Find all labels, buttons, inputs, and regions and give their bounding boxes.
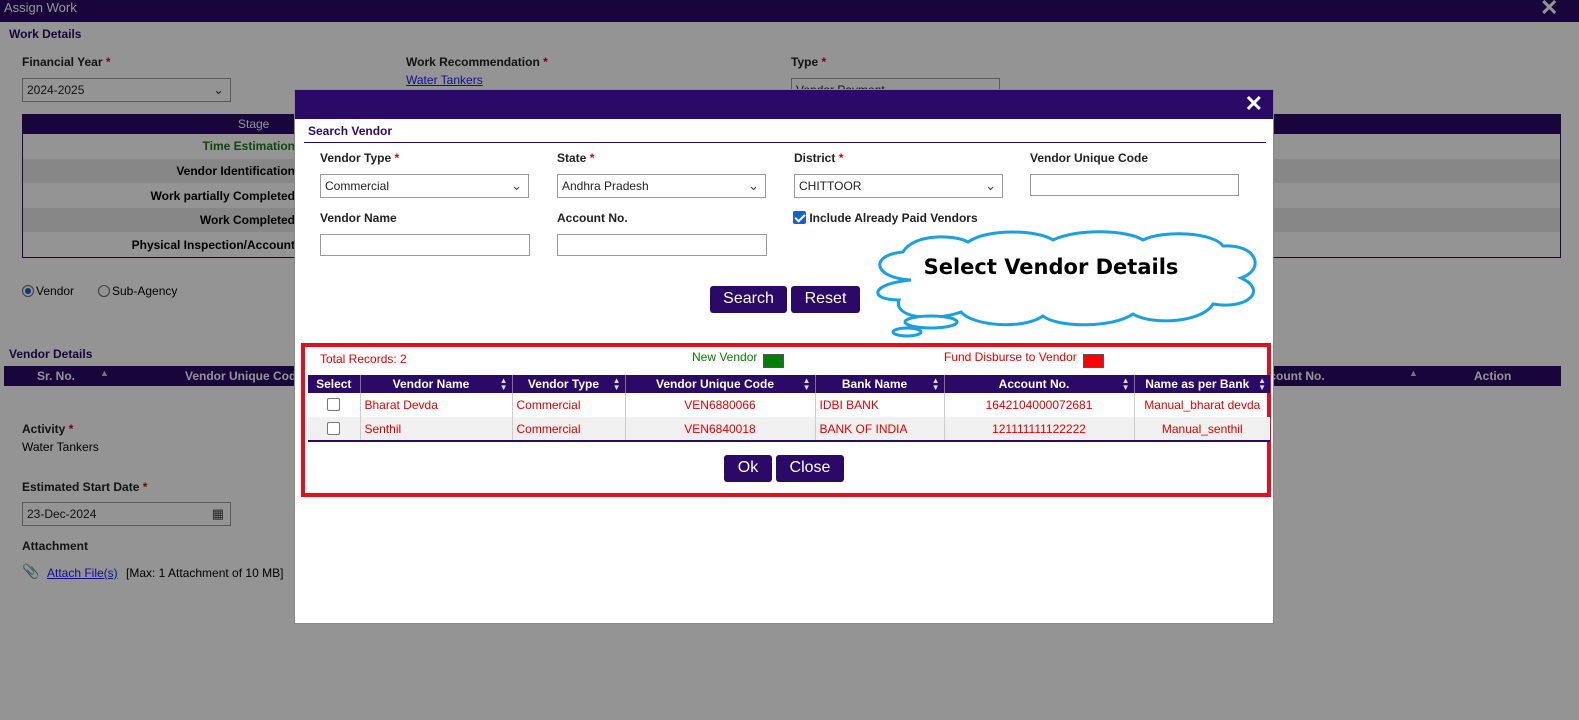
chevron-down-icon: ⌄ (985, 178, 996, 193)
vendor-name-label: Vendor Name (320, 211, 397, 225)
callout-text: Select Vendor Details (924, 255, 1179, 279)
legend-new-vendor: New Vendor (692, 350, 758, 364)
vendor-results-table: Select Vendor Name ▲ ▼ Vendor Type ▲ ▼ Vendo… (308, 375, 1270, 442)
state-select[interactable]: Andhra Pradesh ⌄ (557, 174, 766, 198)
col-header-vendor-name[interactable]: Vendor Name ▲ ▼ (360, 375, 513, 393)
col-header-bank-name[interactable]: Bank Name ▲ ▼ (815, 375, 945, 393)
ok-button[interactable]: Ok (724, 455, 772, 482)
district-label: District * (794, 151, 844, 165)
callout-cloud: Select Vendor Details (876, 230, 1257, 338)
vendor-code-cell: VEN6880066 (625, 393, 816, 417)
legend-new-swatch (763, 354, 784, 368)
vendor-name-cell: Senthil (360, 417, 513, 442)
search-vendor-title: Search Vendor (308, 124, 393, 138)
modal-close-icon[interactable]: ✕ (1245, 92, 1263, 116)
vendor-type-label: Vendor Type * (320, 151, 400, 165)
account-no-cell: 1642104000072681 (944, 393, 1135, 417)
col-header-vendor-type[interactable]: Vendor Type ▲ ▼ (512, 375, 626, 393)
search-button[interactable]: Search (710, 286, 787, 313)
col-header-select: Select (308, 375, 361, 393)
vendor-unique-code-label: Vendor Unique Code (1030, 151, 1149, 165)
table-row: Senthil Commercial VEN6840018 BANK OF IN… (308, 417, 1270, 442)
name-as-per-bank-cell: Manual_bharat devda (1144, 398, 1261, 412)
vendor-type-select[interactable]: Commercial ⌄ (320, 174, 529, 198)
col-header-account-no[interactable]: Account No. ▲ ▼ (944, 375, 1135, 393)
reset-button[interactable]: Reset (791, 286, 860, 313)
checkbox-checked-icon[interactable] (793, 211, 806, 224)
col-header-vendor-code[interactable]: Vendor Unique Code ▲ ▼ (625, 375, 816, 393)
row-select-cell (308, 417, 361, 442)
col-header-name-as-per-bank[interactable]: Name as per Bank ▲ ▼ (1134, 375, 1270, 393)
vendor-name-cell: Bharat Devda (360, 393, 513, 417)
include-paid-vendors-checkbox[interactable]: Include Already Paid Vendors (793, 211, 978, 225)
vendor-unique-code-input[interactable] (1030, 174, 1239, 196)
modal-title-bar: ✕ (295, 90, 1273, 119)
vendor-type-cell: Commercial (512, 393, 626, 417)
bank-name-cell: IDBI BANK (815, 393, 945, 417)
legend-fund-disburse: Fund Disburse to Vendor (944, 350, 1077, 364)
account-no-input[interactable] (557, 234, 767, 256)
legend-fund-swatch (1083, 354, 1104, 368)
account-no-label: Account No. (557, 211, 628, 225)
vendor-type-cell: Commercial (512, 417, 626, 442)
divider (304, 142, 1266, 143)
name-as-per-bank-cell: Manual_senthil (1134, 417, 1270, 442)
vendor-code-cell: VEN6840018 (625, 417, 816, 442)
chevron-down-icon: ⌄ (748, 178, 759, 193)
close-button[interactable]: Close (776, 455, 844, 482)
table-row: Bharat Devda Commercial VEN6880066 IDBI … (308, 393, 1270, 417)
total-records: Total Records: 2 (320, 352, 407, 366)
row-checkbox[interactable] (327, 421, 341, 435)
vendor-name-input[interactable] (320, 234, 530, 256)
bank-name-cell: BANK OF INDIA (815, 417, 945, 442)
account-no-cell: 121111111122222 (944, 417, 1135, 442)
district-select[interactable]: CHITTOOR ⌄ (794, 174, 1003, 198)
results-panel: Total Records: 2 New Vendor Fund Disburs… (301, 343, 1271, 497)
row-checkbox[interactable] (327, 398, 341, 411)
row-select-cell (308, 393, 361, 417)
chevron-down-icon: ⌄ (511, 178, 522, 193)
state-label: State * (557, 151, 595, 165)
search-vendor-modal: ✕ Search Vendor Vendor Type * Commercial… (294, 89, 1274, 624)
